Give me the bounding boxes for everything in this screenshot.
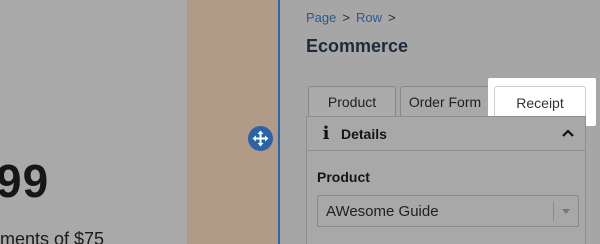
- payments-text: ments of $75: [0, 229, 105, 244]
- select-divider: [553, 201, 554, 221]
- tab-order-form[interactable]: Order Form: [400, 86, 490, 116]
- breadcrumb: Page > Row >: [306, 10, 396, 25]
- product-field-label: Product: [317, 169, 370, 185]
- move-icon[interactable]: [248, 126, 273, 151]
- breadcrumb-separator: >: [387, 10, 396, 25]
- details-title: Details: [341, 125, 387, 142]
- panel-title: Ecommerce: [306, 36, 409, 56]
- breadcrumb-item-page[interactable]: Page: [306, 10, 336, 25]
- product-select-value: AWesome Guide: [326, 203, 439, 220]
- page-canvas: 99 ments of $75: [0, 0, 187, 244]
- details-section: i Details Product AWesome Guide: [306, 116, 586, 244]
- details-header[interactable]: i Details: [307, 117, 585, 151]
- chevron-down-icon[interactable]: [562, 209, 570, 214]
- info-icon: i: [322, 123, 330, 144]
- breadcrumb-item-row[interactable]: Row: [356, 10, 382, 25]
- chevron-up-icon[interactable]: [561, 126, 575, 140]
- breadcrumb-separator: >: [342, 10, 350, 25]
- product-select[interactable]: AWesome Guide: [317, 195, 579, 227]
- canvas-gutter: [187, 0, 279, 244]
- price-text: 99: [0, 155, 50, 207]
- tab-product[interactable]: Product: [308, 86, 396, 116]
- editor-stage: 99 ments of $75 Page > Row > Ecommerce P…: [0, 0, 600, 244]
- tab-receipt[interactable]: Receipt: [494, 86, 586, 118]
